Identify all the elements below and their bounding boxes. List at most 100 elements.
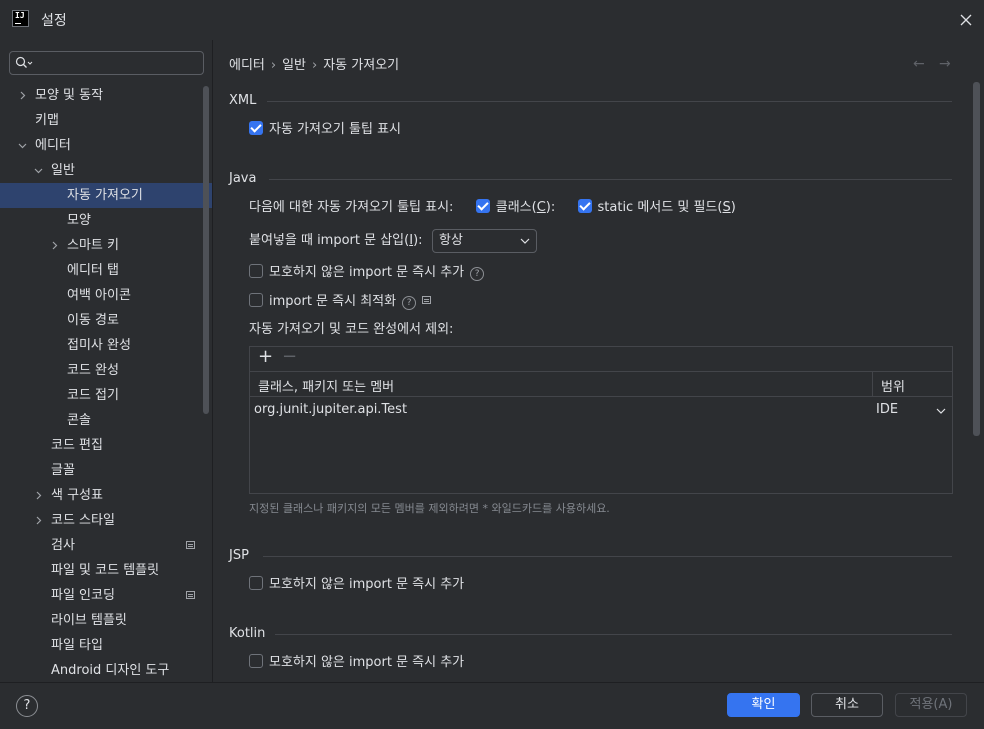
sidebar-item[interactable]: 모양 (0, 208, 212, 233)
sidebar-item-label: 일반 (51, 163, 75, 178)
sidebar-item[interactable]: 코드 스타일 (0, 508, 212, 533)
help-icon[interactable]: ? (470, 267, 485, 281)
settings-sidebar: 모양 및 동작키맵에디터일반자동 가져오기모양스마트 키에디터 탭 여백 아이콘이… (0, 40, 212, 682)
project-level-icon (186, 591, 195, 599)
java-add-unambiguous-checkbox[interactable]: 모호하지 않은 import 문 즉시 추가? (249, 264, 485, 282)
sidebar-item-label: 모양 (67, 213, 91, 228)
sidebar-item-label: 파일 및 코드 템플릿 (51, 563, 160, 578)
table-row[interactable]: org.junit.jupiter.api.Test IDE (250, 399, 952, 423)
chevron-right-icon[interactable] (18, 91, 27, 100)
settings-content: 에디터 › 일반 › 자동 가져오기 ← → XML 자동 가져오기 툴팁 표시 Jav… (213, 40, 984, 682)
ok-button[interactable]: 확인 (727, 693, 800, 717)
section-title-kotlin: Kotlin (229, 626, 266, 641)
sidebar-item[interactable]: 코드 완성 (0, 358, 212, 383)
close-icon[interactable] (956, 10, 976, 30)
sidebar-item[interactable]: 코드 접기 (0, 383, 212, 408)
java-static-checkbox[interactable]: static 메서드 및 필드(S) (577, 199, 736, 215)
sidebar-item-label: 모양 및 동작 (35, 88, 104, 103)
insert-imports-dropdown[interactable]: 항상 (432, 229, 537, 253)
sidebar-item[interactable]: 코드 편집 (0, 433, 212, 458)
checkbox-checked-icon[interactable] (577, 199, 592, 213)
table-cell-scope[interactable]: IDE (876, 402, 898, 417)
sidebar-item[interactable]: 검사 (0, 533, 212, 558)
column-header-scope[interactable]: 범위 (881, 376, 905, 395)
project-level-icon (422, 296, 432, 304)
sidebar-item[interactable]: 파일 및 코드 템플릿 (0, 558, 212, 583)
sidebar-item[interactable]: 파일 인코딩 (0, 583, 212, 608)
java-classes-checkbox[interactable]: 클래스(C): (475, 199, 555, 215)
sidebar-item[interactable]: 글꼴 (0, 458, 212, 483)
sidebar-item[interactable]: 색 구성표 (0, 483, 212, 508)
sidebar-item[interactable]: 에디터 탭 (0, 258, 212, 283)
help-button[interactable]: ? (16, 695, 38, 717)
sidebar-item[interactable]: 자동 가져오기 (0, 183, 212, 208)
sidebar-item[interactable]: 접미사 완성 (0, 333, 212, 358)
checkbox-checked-icon[interactable] (475, 199, 490, 213)
chevron-right-icon[interactable] (34, 491, 43, 500)
checkbox-unchecked-icon[interactable] (249, 264, 263, 278)
table-header: 클래스, 패키지 또는 멤버 범위 (250, 371, 952, 397)
sidebar-item[interactable]: 라이브 템플릿 (0, 608, 212, 633)
sidebar-item-label: 키맵 (35, 113, 59, 128)
add-icon[interactable]: + (258, 348, 273, 366)
hint-text: 지정된 클래스나 패키지의 모든 멤버를 제외하려면 * 와일드카드를 사용하세… (249, 502, 610, 515)
sidebar-item[interactable]: 키맵 (0, 108, 212, 133)
sidebar-item-label: 이동 경로 (67, 313, 119, 328)
back-arrow-icon[interactable]: ← (913, 57, 927, 71)
sidebar-item-label: 파일 타입 (51, 638, 103, 653)
forward-arrow-icon[interactable]: → (939, 57, 953, 71)
sidebar-item[interactable]: 스마트 키 (0, 233, 212, 258)
section-title-java: Java (229, 171, 257, 186)
sidebar-item[interactable]: 에디터 (0, 133, 212, 158)
breadcrumb-item-general[interactable]: 일반 (282, 58, 306, 73)
checkbox-unchecked-icon[interactable] (249, 654, 263, 668)
column-header-name[interactable]: 클래스, 패키지 또는 멤버 (258, 376, 394, 395)
search-input[interactable] (9, 51, 204, 75)
window-title: 설정 (41, 13, 67, 29)
sidebar-item-label: 접미사 완성 (67, 338, 131, 353)
kotlin-add-unambiguous-checkbox[interactable]: 모호하지 않은 import 문 즉시 추가 (249, 654, 464, 672)
xml-show-popup-checkbox[interactable]: 자동 가져오기 툴팁 표시 (249, 121, 401, 139)
sidebar-item[interactable]: 모양 및 동작 (0, 83, 212, 108)
checkbox-unchecked-icon[interactable] (249, 293, 263, 307)
section-divider (263, 556, 952, 557)
exclude-table: + − 클래스, 패키지 또는 멤버 범위 org.junit.jupiter.… (249, 346, 953, 494)
sidebar-item[interactable]: 콘솔 (0, 408, 212, 433)
breadcrumb-item-editor[interactable]: 에디터 (229, 58, 265, 73)
sidebar-item[interactable]: Android 디자인 도구 (0, 658, 212, 682)
sidebar-item-label: 스마트 키 (67, 238, 119, 253)
chevron-down-icon[interactable] (34, 166, 43, 175)
chevron-down-icon (520, 238, 530, 244)
sidebar-item-label: 라이브 템플릿 (51, 613, 127, 628)
dialog-footer: ? 확인 취소 적용(A) (0, 682, 984, 729)
chevron-down-icon[interactable] (18, 141, 27, 150)
chevron-right-icon[interactable] (34, 516, 43, 525)
cancel-button[interactable]: 취소 (811, 693, 883, 717)
breadcrumb-item-auto-import: 자동 가져오기 (323, 58, 400, 73)
jsp-add-unambiguous-checkbox[interactable]: 모호하지 않은 import 문 즉시 추가 (249, 576, 464, 594)
table-toolbar: + − (250, 347, 952, 371)
sidebar-item-label: Android 디자인 도구 (51, 663, 170, 678)
java-popup-prefix: 다음에 대한 자동 가져오기 툴팁 표시: (249, 200, 454, 215)
sidebar-item[interactable]: 파일 타입 (0, 633, 212, 658)
project-level-icon (186, 541, 195, 549)
intellij-logo-icon: IJ (12, 10, 29, 27)
sidebar-item-label: 콘솔 (67, 413, 91, 428)
java-insert-label: 붙여넣을 때 import 문 삽입(I): (249, 233, 423, 248)
sidebar-item[interactable]: 이동 경로 (0, 308, 212, 333)
help-icon[interactable]: ? (402, 296, 417, 310)
checkbox-checked-icon[interactable] (249, 121, 263, 135)
section-title-xml: XML (229, 93, 257, 108)
java-popup-row: 다음에 대한 자동 가져오기 툴팁 표시: 클래스(C): static 메서드… (249, 199, 736, 217)
sidebar-item[interactable]: 여백 아이콘 (0, 283, 212, 308)
java-optimize-imports-checkbox[interactable]: import 문 즉시 최적화? (249, 293, 432, 311)
apply-button[interactable]: 적용(A) (895, 693, 967, 717)
chevron-right-icon[interactable] (50, 241, 59, 250)
content-scrollbar[interactable] (973, 82, 980, 436)
sidebar-item[interactable]: 일반 (0, 158, 212, 183)
checkbox-unchecked-icon[interactable] (249, 576, 263, 590)
settings-tree: 모양 및 동작키맵에디터일반자동 가져오기모양스마트 키에디터 탭 여백 아이콘이… (0, 83, 212, 682)
section-divider (275, 634, 952, 635)
chevron-down-icon (936, 408, 946, 414)
sidebar-scrollbar[interactable] (203, 86, 209, 414)
